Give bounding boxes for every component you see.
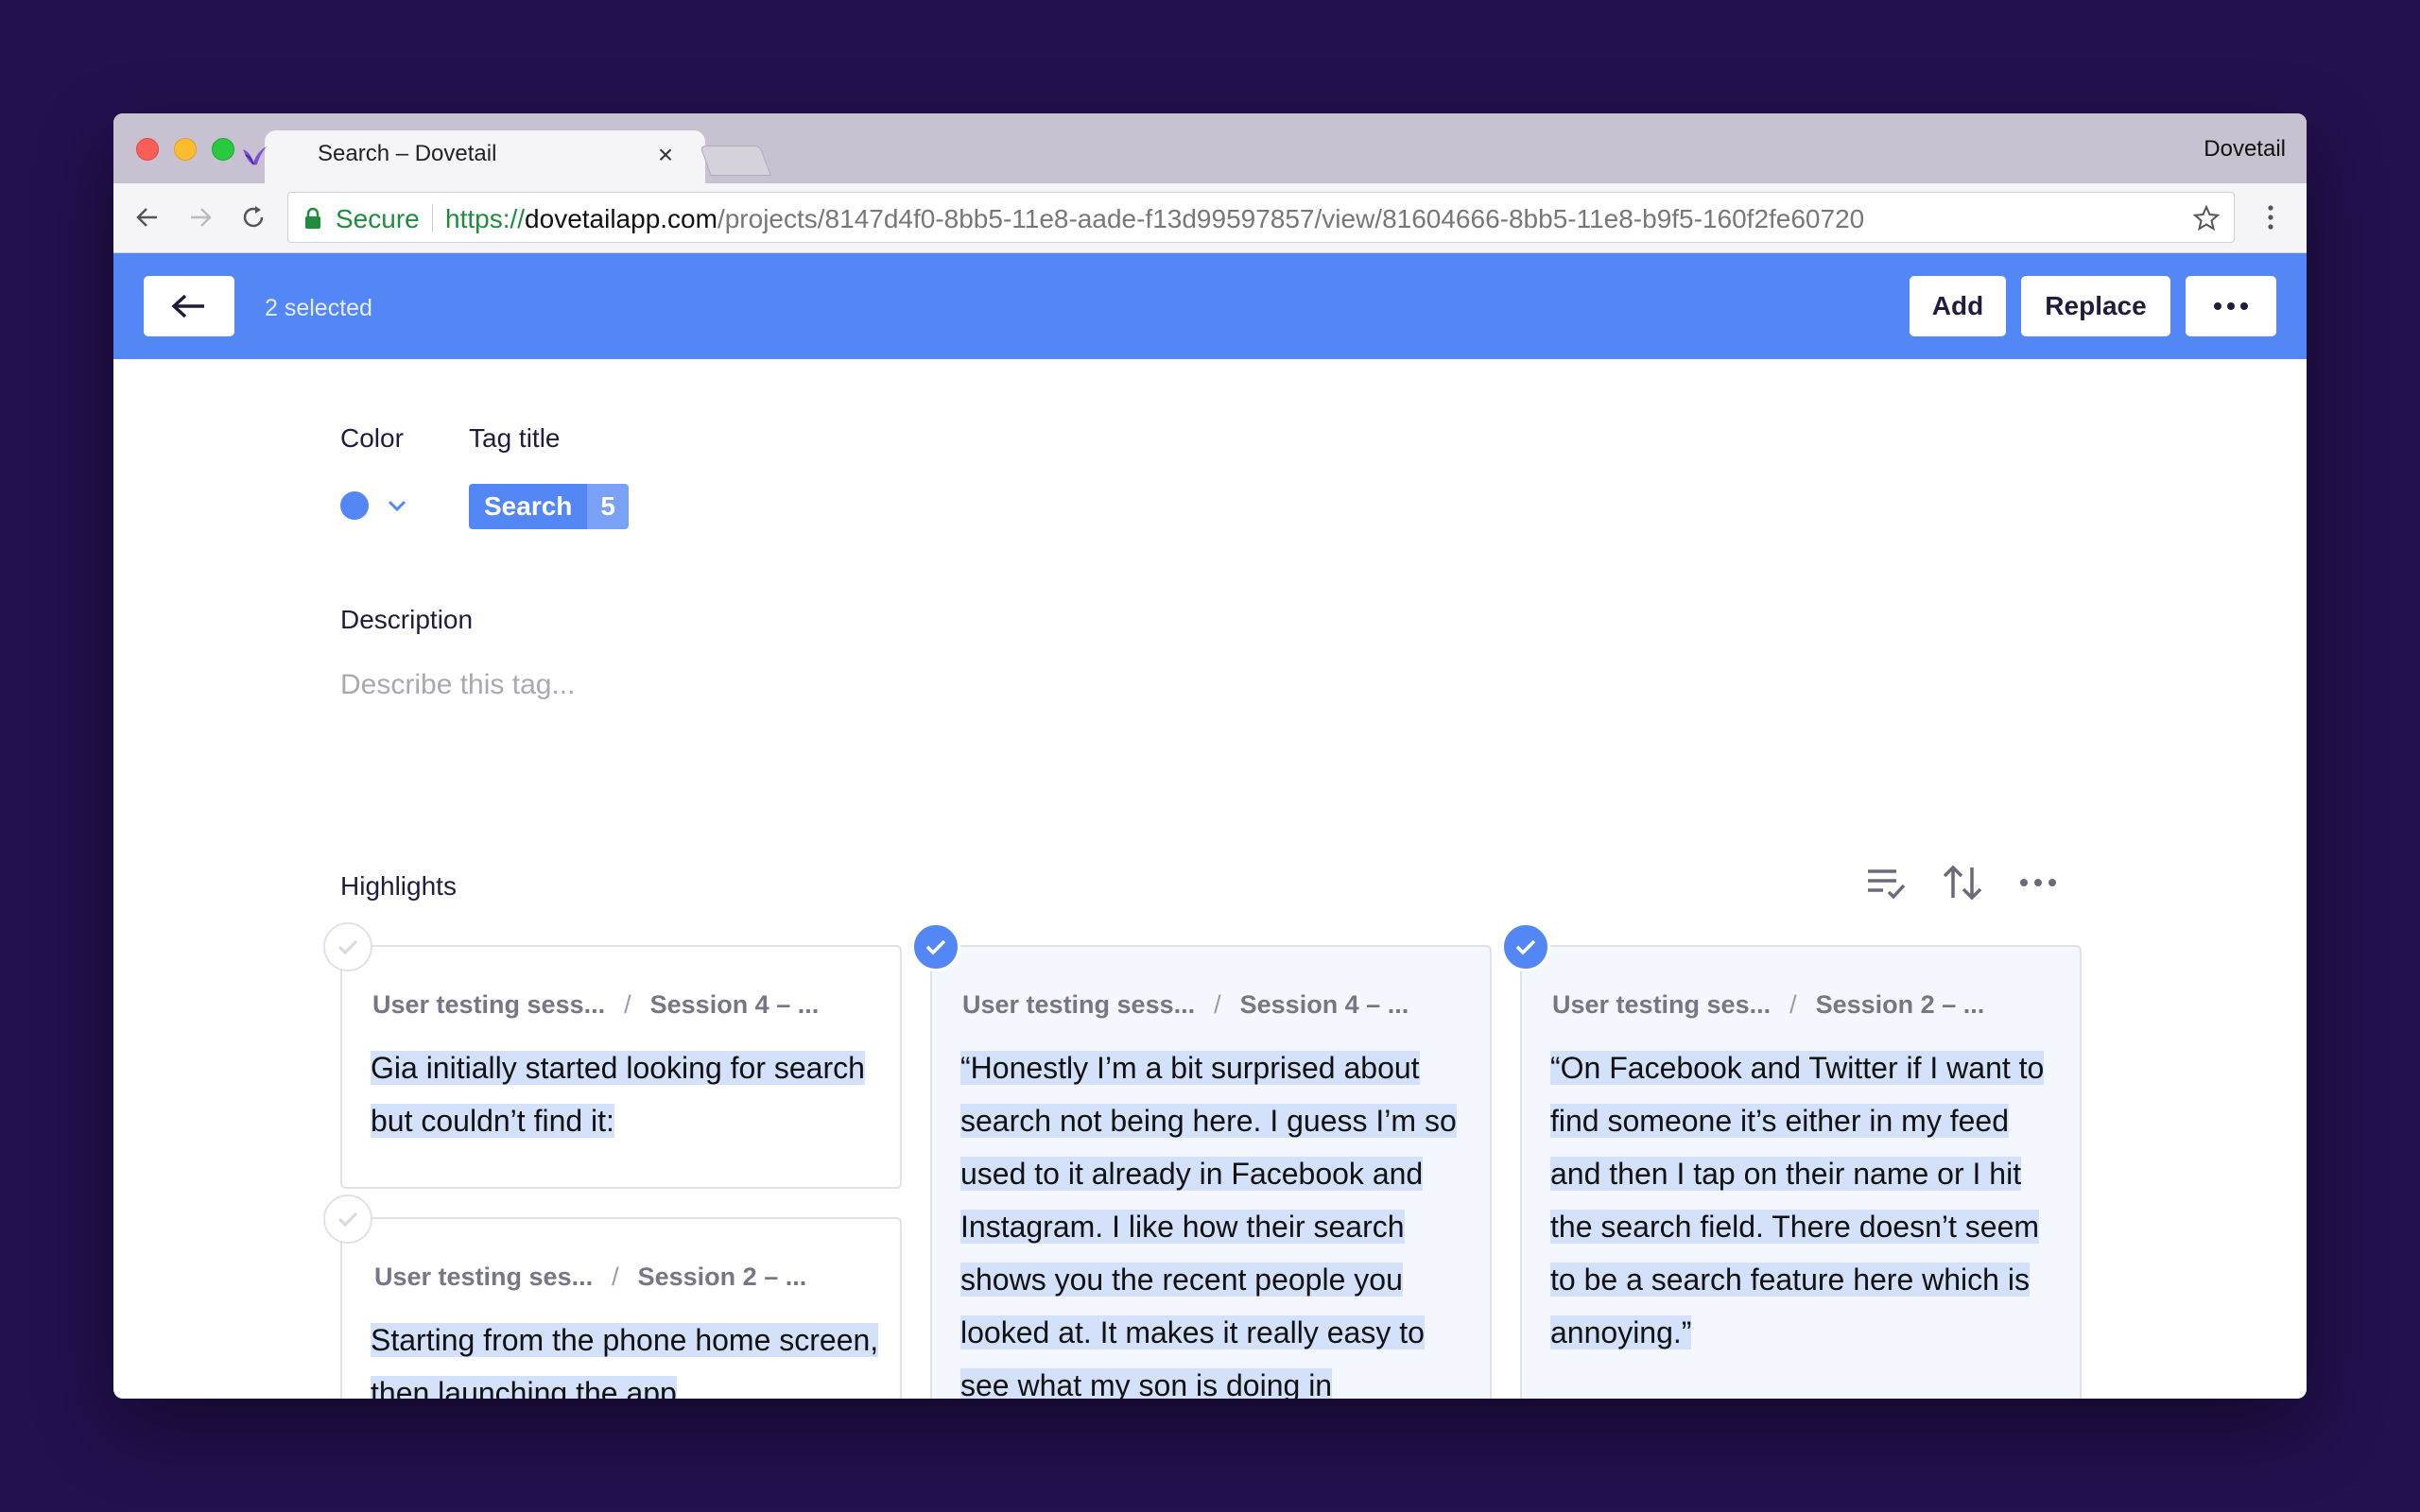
card-session[interactable]: Session 4 – ... [1240,990,1409,1019]
lock-icon [305,207,320,229]
card-project[interactable]: User testing ses... [374,1263,593,1291]
tab-close-icon[interactable]: × [652,142,679,168]
card-checkbox[interactable] [323,922,372,971]
card-breadcrumb: User testing sess... / Session 4 – ... [962,990,1409,1020]
breadcrumb-separator: / [612,1263,619,1291]
selected-count: 2 selected [265,295,372,321]
reload-button[interactable] [233,197,274,238]
check-icon [925,939,946,955]
tag-chip[interactable]: Search 5 [469,484,629,529]
back-nav-button[interactable] [127,197,168,238]
check-icon [337,939,358,955]
color-label: Color [340,423,404,453]
more-options-button[interactable] [2186,276,2276,336]
highlight-card[interactable]: User testing ses... / Session 2 – ... “On … [1520,945,2082,1399]
card-checkbox[interactable] [911,922,960,971]
tab-title: Search – Dovetail [318,141,497,166]
arrow-left-icon [171,294,204,318]
browser-window: Search – Dovetail × Dovetail Secure http… [113,113,2307,1399]
tag-count: 5 [587,484,629,529]
url-text: https://dovetailapp.com/projects/8147d4f… [445,204,1864,234]
tab-bar: Search – Dovetail × Dovetail [113,113,2307,183]
card-session[interactable]: Session 2 – ... [1816,990,1985,1019]
card-breadcrumb: User testing sess... / Session 4 – ... [372,990,819,1020]
omnibox-divider [432,204,433,232]
card-breadcrumb: User testing ses... / Session 2 – ... [1552,990,1984,1020]
check-icon [337,1211,358,1228]
card-breadcrumb: User testing ses... / Session 2 – ... [374,1263,806,1292]
reload-icon [243,206,264,228]
check-icon [1515,939,1536,955]
browser-menu-icon[interactable] [2261,197,2280,238]
add-button[interactable]: Add [1910,276,2006,336]
url-scheme: https:// [445,204,526,233]
forward-nav-button[interactable] [180,197,221,238]
url-path: /projects/8147d4f0-8bb5-11e8-aade-f13d99… [717,204,1865,233]
close-window-button[interactable] [136,138,159,161]
card-session[interactable]: Session 4 – ... [650,990,820,1019]
card-text: “On Facebook and Twitter if I want to fi… [1550,1041,2061,1359]
browser-tab[interactable]: Search – Dovetail × [243,130,705,183]
color-swatch[interactable] [340,491,369,520]
new-tab-button[interactable] [700,146,771,176]
card-project[interactable]: User testing ses... [1552,990,1771,1019]
highlight-card[interactable]: User testing ses... / Session 2 – ... Star… [340,1217,902,1399]
url-host: dovetailapp.com [525,204,717,233]
profile-name[interactable]: Dovetail [2204,136,2286,163]
dovetail-logo-icon [243,146,267,165]
card-project[interactable]: User testing sess... [962,990,1195,1019]
replace-button[interactable]: Replace [2021,276,2170,336]
sort-icon[interactable] [1940,860,1985,905]
browser-toolbar: Secure https://dovetailapp.com/projects/… [113,183,2307,253]
breadcrumb-separator: / [1214,990,1221,1019]
description-label: Description [340,605,474,634]
tag-name: Search [469,484,588,529]
card-text: Starting from the phone home screen, the… [371,1314,881,1399]
highlight-card[interactable]: User testing sess... / Session 4 – ... Gia… [340,945,902,1189]
card-text: “Honestly I’m a bit surprised about sear… [960,1041,1471,1399]
breadcrumb-separator: / [624,990,631,1019]
highlight-card[interactable]: User testing sess... / Session 4 – ... “Ho… [930,945,1492,1399]
select-all-icon[interactable] [1864,860,1910,905]
arrow-left-icon [136,208,157,227]
card-checkbox[interactable] [323,1194,372,1244]
bookmark-star-icon[interactable] [2192,204,2221,232]
arrow-right-icon [191,208,212,227]
address-bar[interactable]: Secure https://dovetailapp.com/projects/… [287,192,2235,243]
card-highlight-text: Starting from the phone home screen, the… [371,1323,879,1399]
card-highlight-text: “On Facebook and Twitter if I want to fi… [1550,1051,2045,1349]
breadcrumb-separator: / [1789,990,1797,1019]
secure-label: Secure [336,204,420,233]
card-checkbox[interactable] [1501,922,1550,971]
description-input[interactable]: Describe this tag... [340,669,575,701]
back-button[interactable] [144,276,234,336]
tag-title-label: Tag title [469,423,561,453]
selection-header: 2 selected Add Replace [113,253,2307,359]
chevron-down-icon[interactable] [386,497,408,514]
card-project[interactable]: User testing sess... [372,990,605,1019]
maximize-window-button[interactable] [212,138,234,161]
card-session[interactable]: Session 2 – ... [638,1263,807,1291]
card-highlight-text: “Honestly I’m a bit surprised about sear… [960,1051,1457,1399]
more-horizontal-icon[interactable] [2015,860,2061,905]
minimize-window-button[interactable] [174,138,197,161]
more-horizontal-icon [2214,302,2248,310]
highlights-label: Highlights [340,871,457,901]
card-text: Gia initially started looking for search… [371,1041,881,1147]
card-highlight-text: Gia initially started looking for search… [371,1051,865,1138]
